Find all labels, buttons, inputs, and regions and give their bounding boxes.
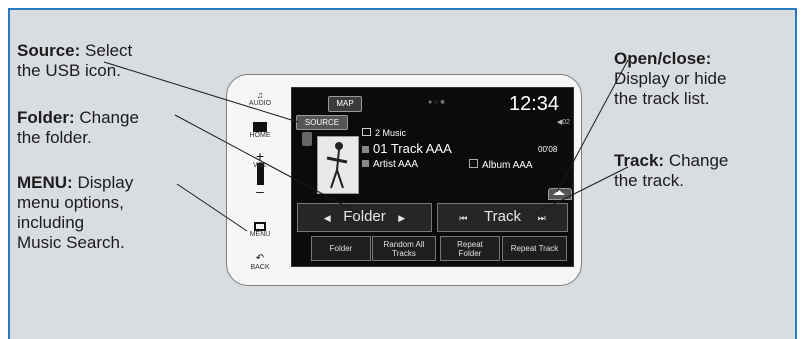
leader-lines bbox=[103, 59, 629, 232]
leader-line-track bbox=[531, 166, 629, 216]
diagram-frame: Source: Select the USB icon. Folder: Cha… bbox=[0, 0, 809, 339]
leader-line-menu bbox=[176, 183, 248, 232]
leader-line-source bbox=[103, 61, 299, 123]
leader-line-folder bbox=[174, 114, 363, 216]
